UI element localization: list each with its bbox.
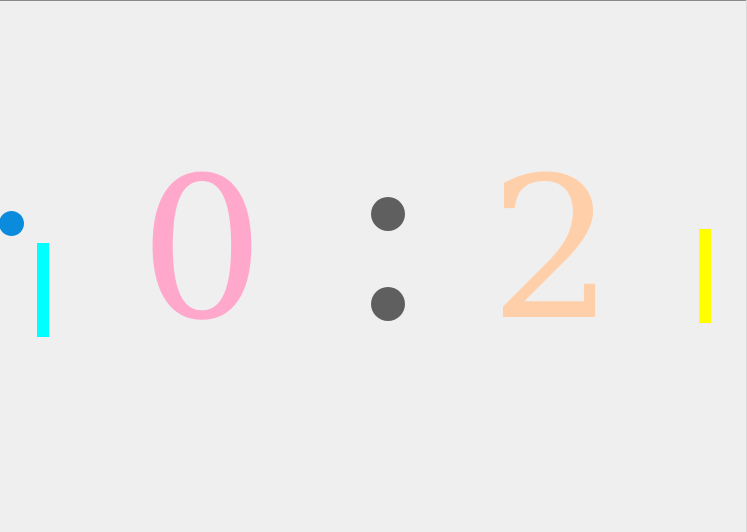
top-border — [0, 0, 747, 1]
pong-game: { "scoreboard": { "left_score": "0", "ri… — [0, 0, 747, 532]
ball — [0, 211, 24, 236]
right-player-score: 2 — [489, 136, 615, 364]
score-separator-top-dot — [371, 197, 405, 231]
score-separator-bottom-dot — [371, 287, 405, 321]
left-player-score: 0 — [139, 136, 265, 364]
left-paddle[interactable] — [37, 243, 49, 337]
right-paddle[interactable] — [699, 229, 711, 323]
